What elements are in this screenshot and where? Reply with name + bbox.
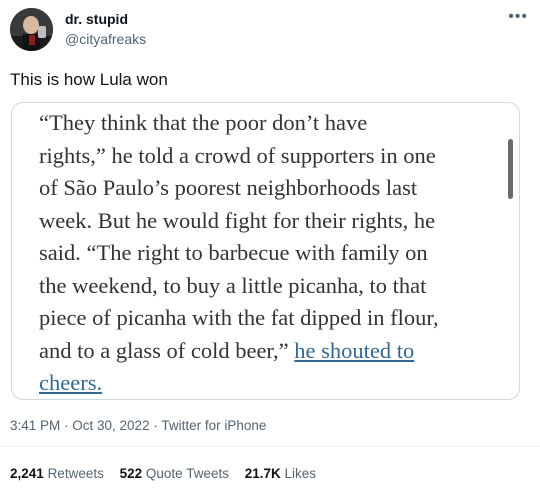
likes-label: Likes xyxy=(284,466,317,481)
divider xyxy=(0,446,540,447)
quote-tweets-label: Quote Tweets xyxy=(145,466,229,481)
scrollbar[interactable] xyxy=(508,139,513,199)
excerpt-line: week. But he would fight for their right… xyxy=(39,207,436,233)
excerpt-line: piece of picanha with the fat dipped in … xyxy=(39,305,439,330)
article-link[interactable]: he shouted to xyxy=(294,338,414,363)
tweet-text: This is how Lula won xyxy=(10,70,168,89)
excerpt-line: said. “The right to barbecue with family… xyxy=(39,240,428,265)
more-options-icon[interactable]: ••• xyxy=(508,8,528,26)
likes-count: 21.7K xyxy=(244,466,281,481)
author-handle[interactable]: @cityafreaks xyxy=(65,31,146,47)
likes-stat[interactable]: 21.7K Likes xyxy=(245,466,316,481)
retweets-count: 2,241 xyxy=(10,466,44,481)
excerpt-line: of São Paulo’s poorest neighborhoods las… xyxy=(39,175,418,200)
excerpt-line: the weekend, to buy a little picanha, to… xyxy=(39,272,427,298)
quote-tweets-count: 522 xyxy=(119,466,143,481)
excerpt-line: “They think that the poor don’t have xyxy=(39,110,368,135)
quote-tweets-stat[interactable]: 522 Quote Tweets xyxy=(120,466,229,481)
avatar[interactable] xyxy=(10,8,53,51)
article-excerpt: “They think that the poor don’t have rig… xyxy=(39,107,509,399)
retweets-label: Retweets xyxy=(47,466,104,481)
tweet-stats: 2,241 Retweets 522 Quote Tweets 21.7K Li… xyxy=(10,466,328,481)
retweets-stat[interactable]: 2,241 Retweets xyxy=(10,466,104,481)
excerpt-line: rights,” he told a crowd of supporters i… xyxy=(39,142,436,168)
profile-photo-icon xyxy=(10,8,53,51)
excerpt-line: and to a glass of cold beer,” he shouted… xyxy=(39,335,509,368)
author-display-name[interactable]: dr. stupid xyxy=(65,11,128,27)
article-link[interactable]: cheers. xyxy=(39,370,102,395)
excerpt-text: and to a glass of cold beer,” xyxy=(39,337,289,363)
excerpt-line: cheers. xyxy=(39,367,509,399)
tweet-timestamp[interactable]: 3:41 PM · Oct 30, 2022 · Twitter for iPh… xyxy=(10,418,266,433)
quoted-article-image[interactable]: “They think that the poor don’t have rig… xyxy=(11,102,520,400)
